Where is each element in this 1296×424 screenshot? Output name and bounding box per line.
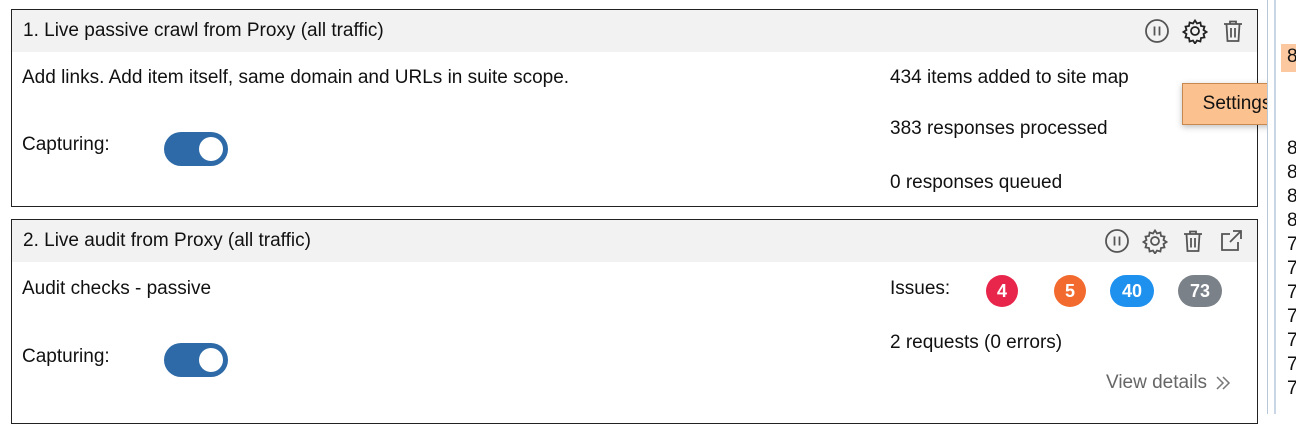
task-actions	[1103, 227, 1245, 255]
row-digit: 7	[1287, 354, 1296, 375]
task-description: Add links. Add item itself, same domain …	[22, 67, 570, 88]
issue-badge-high[interactable]: 4	[986, 275, 1018, 307]
stat-items-added: 434 items added to site map	[890, 67, 1129, 88]
stat-responses-queued: 0 responses queued	[890, 172, 1063, 193]
pause-icon[interactable]	[1103, 227, 1131, 255]
row-digit: 8	[1287, 46, 1296, 67]
capturing-toggle[interactable]	[164, 132, 228, 166]
panel-divider	[1274, 0, 1276, 414]
view-details-label: View details	[1106, 372, 1208, 393]
task-title: 1. Live passive crawl from Proxy (all tr…	[23, 20, 384, 41]
gear-icon[interactable]	[1141, 227, 1169, 255]
row-digit: 7	[1287, 234, 1296, 255]
right-side-panel: 8 8 8 8 8 7 7 7 7 7 7 7	[1267, 0, 1296, 414]
row-digit: 8	[1287, 162, 1296, 183]
trash-icon[interactable]	[1219, 17, 1247, 45]
row-digit: 7	[1287, 282, 1296, 303]
gear-icon[interactable]	[1181, 17, 1209, 45]
row-digit: 7	[1287, 378, 1296, 399]
stat-responses-processed: 383 responses processed	[890, 118, 1108, 139]
task-description: Audit checks - passive	[22, 278, 212, 299]
task-header: 1. Live passive crawl from Proxy (all tr…	[12, 10, 1257, 52]
requests-stat: 2 requests (0 errors)	[890, 332, 1063, 353]
pause-icon[interactable]	[1143, 17, 1171, 45]
popout-icon[interactable]	[1217, 227, 1245, 255]
task-card-live-audit: 2. Live audit from Proxy (all traffic) A…	[11, 219, 1258, 424]
task-title: 2. Live audit from Proxy (all traffic)	[23, 230, 311, 251]
row-digit: 7	[1287, 306, 1296, 327]
issue-badge-low[interactable]: 40	[1110, 275, 1154, 307]
issue-badge-medium[interactable]: 5	[1054, 275, 1086, 307]
capturing-toggle[interactable]	[164, 343, 228, 377]
task-header: 2. Live audit from Proxy (all traffic)	[12, 220, 1257, 262]
capturing-label: Capturing:	[22, 346, 110, 367]
double-chevron-right-icon	[1216, 376, 1231, 390]
row-digit: 8	[1287, 186, 1296, 207]
toggle-knob	[199, 137, 223, 161]
row-digit: 7	[1287, 258, 1296, 279]
task-card-passive-crawl: 1. Live passive crawl from Proxy (all tr…	[11, 9, 1258, 207]
row-digit: 8	[1287, 138, 1296, 159]
row-digit: 7	[1287, 330, 1296, 351]
issue-badge-info[interactable]: 73	[1178, 275, 1222, 307]
view-details-link[interactable]: View details	[1106, 372, 1233, 394]
trash-icon[interactable]	[1179, 227, 1207, 255]
toggle-knob	[199, 348, 223, 372]
issues-label: Issues:	[890, 278, 951, 299]
capturing-label: Capturing:	[22, 134, 110, 155]
row-digit: 8	[1287, 210, 1296, 231]
task-actions	[1143, 17, 1247, 45]
